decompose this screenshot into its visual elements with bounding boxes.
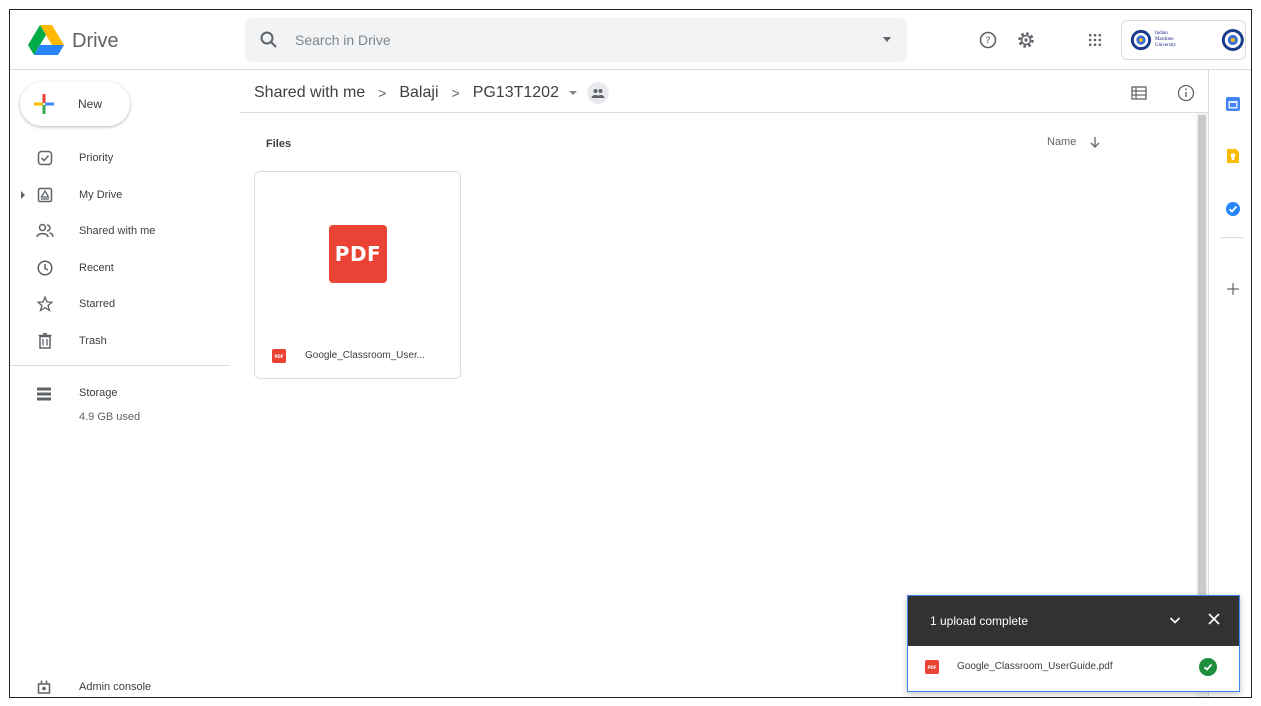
list-view-icon bbox=[1131, 86, 1147, 100]
search-bar[interactable] bbox=[245, 18, 907, 62]
calendar-icon[interactable] bbox=[1225, 96, 1241, 112]
account-switcher[interactable]: Indian Maritime University bbox=[1121, 20, 1246, 60]
my-drive-icon bbox=[36, 186, 54, 204]
svg-text:?: ? bbox=[985, 36, 990, 47]
browser-frame: Drive ? bbox=[9, 9, 1252, 698]
sidebar-item-priority[interactable]: Priority bbox=[10, 140, 240, 177]
top-bar: Drive ? bbox=[10, 10, 1251, 70]
list-view-button[interactable] bbox=[1128, 82, 1150, 104]
sidebar-item-recent[interactable]: Recent bbox=[10, 250, 240, 287]
sort-direction-icon[interactable] bbox=[1090, 136, 1100, 148]
admin-console-icon bbox=[37, 680, 51, 694]
content-toolbar: Shared with me > Balaji > PG13T1202 bbox=[240, 70, 1208, 113]
tasks-icon[interactable] bbox=[1225, 201, 1241, 217]
new-button[interactable]: New bbox=[20, 82, 130, 126]
sidebar-item-label: Starred bbox=[79, 298, 116, 311]
upload-item[interactable]: PDF Google_Classroom_UserGuide.pdf bbox=[908, 646, 1239, 691]
storage-icon bbox=[37, 387, 51, 401]
breadcrumb-item-shared[interactable]: Shared with me bbox=[254, 84, 365, 102]
help-button[interactable]: ? bbox=[974, 26, 1002, 54]
shared-folder-badge[interactable] bbox=[586, 82, 609, 104]
account-avatar[interactable] bbox=[1221, 26, 1245, 54]
breadcrumb-item-current[interactable]: PG13T1202 bbox=[473, 84, 559, 102]
apps-grid-icon bbox=[1089, 34, 1101, 46]
admin-console-link[interactable]: Admin console bbox=[10, 676, 230, 697]
file-name: Google_Classroom_User... bbox=[305, 350, 426, 361]
upload-status-title: 1 upload complete bbox=[930, 614, 1029, 628]
storage-label: Storage bbox=[79, 387, 118, 399]
info-icon bbox=[1177, 84, 1195, 102]
file-name-row: PDF Google_Classroom_User... bbox=[255, 334, 460, 380]
people-icon bbox=[591, 89, 605, 98]
side-panel-divider bbox=[1221, 237, 1243, 238]
breadcrumb-item-folder[interactable]: Balaji bbox=[399, 84, 438, 102]
new-button-label: New bbox=[78, 97, 103, 111]
app-name[interactable]: Drive bbox=[72, 30, 119, 53]
shared-icon bbox=[36, 222, 54, 240]
sidebar: New Priority My Drive Shared with me Rec… bbox=[10, 70, 240, 697]
pdf-thumbnail: PDF bbox=[329, 225, 387, 283]
sidebar-item-trash[interactable]: Trash bbox=[10, 323, 240, 360]
org-logo-icon bbox=[1130, 29, 1152, 51]
plus-icon bbox=[34, 94, 54, 114]
search-options-dropdown-icon[interactable] bbox=[883, 37, 891, 42]
upload-file-name: Google_Classroom_UserGuide.pdf bbox=[957, 661, 1113, 672]
sidebar-item-label: Trash bbox=[79, 334, 107, 347]
sidebar-item-shared-with-me[interactable]: Shared with me bbox=[10, 213, 240, 250]
search-icon[interactable] bbox=[259, 30, 279, 50]
upload-complete-check-icon bbox=[1199, 658, 1217, 676]
minimize-chevron-icon[interactable] bbox=[1168, 613, 1182, 627]
org-logo-text: Indian Maritime University bbox=[1154, 31, 1177, 48]
storage-used: 4.9 GB used bbox=[79, 411, 141, 423]
scrollbar-thumb[interactable] bbox=[1198, 115, 1206, 595]
drive-logo[interactable] bbox=[28, 25, 64, 55]
file-card[interactable]: PDF PDF Google_Classroom_User... bbox=[254, 171, 461, 379]
breadcrumb-separator: > bbox=[378, 85, 387, 101]
pdf-file-icon: PDF bbox=[272, 349, 286, 363]
star-icon bbox=[36, 295, 54, 313]
expand-caret-icon[interactable] bbox=[21, 190, 25, 199]
upload-status-header: 1 upload complete bbox=[908, 596, 1239, 646]
sidebar-item-label: Shared with me bbox=[79, 225, 156, 238]
sidebar-item-label: My Drive bbox=[79, 188, 123, 201]
sort-label: Name bbox=[1047, 136, 1077, 148]
add-addon-icon[interactable] bbox=[1225, 281, 1241, 297]
sidebar-divider bbox=[10, 365, 230, 366]
breadcrumb-separator: > bbox=[451, 85, 460, 101]
sidebar-item-label: Recent bbox=[79, 261, 114, 274]
admin-console-label: Admin console bbox=[79, 681, 152, 693]
sidebar-item-label: Priority bbox=[79, 152, 114, 165]
search-input[interactable] bbox=[295, 26, 855, 54]
settings-icon bbox=[1018, 32, 1034, 48]
details-button[interactable] bbox=[1175, 82, 1197, 104]
priority-icon bbox=[36, 149, 54, 167]
trash-icon bbox=[36, 332, 54, 350]
files-section-heading: Files bbox=[266, 138, 292, 150]
apps-button[interactable] bbox=[1081, 26, 1109, 54]
close-icon[interactable] bbox=[1206, 611, 1222, 627]
sidebar-item-starred[interactable]: Starred bbox=[10, 286, 240, 323]
sort-control[interactable]: Name bbox=[1047, 136, 1100, 148]
upload-status-panel: 1 upload complete PDF Google_Classroom_U… bbox=[907, 595, 1240, 692]
sidebar-item-my-drive[interactable]: My Drive bbox=[10, 177, 240, 214]
help-icon: ? bbox=[979, 31, 997, 49]
folder-menu-dropdown-icon[interactable] bbox=[568, 91, 577, 95]
breadcrumb: Shared with me > Balaji > PG13T1202 bbox=[254, 82, 609, 104]
pdf-file-icon: PDF bbox=[925, 660, 939, 674]
settings-button[interactable] bbox=[1012, 26, 1040, 54]
clock-icon bbox=[36, 259, 54, 277]
keep-icon[interactable] bbox=[1225, 148, 1241, 164]
storage-section[interactable]: Storage 4.9 GB used bbox=[10, 380, 230, 430]
nav-list: Priority My Drive Shared with me Recent … bbox=[10, 140, 240, 359]
